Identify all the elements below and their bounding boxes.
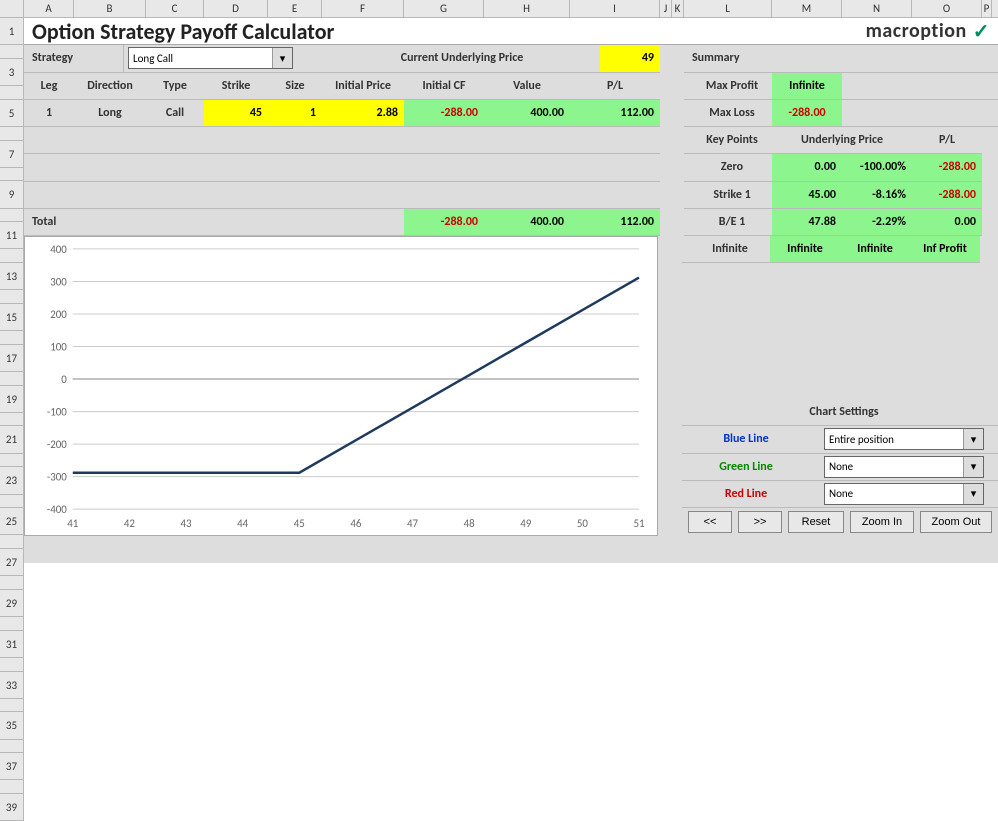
svg-text:43: 43 — [181, 517, 193, 530]
chart-controls: << >> Reset Zoom In Zoom Out — [682, 508, 998, 536]
keypoint-row: Infinite Infinite Infinite Inf Profit — [682, 236, 998, 263]
spreadsheet-column-headers: ABCDEFGHIJKLMNOP — [0, 0, 998, 18]
leg1-strike[interactable]: 45 — [204, 100, 268, 127]
svg-text:0: 0 — [61, 373, 67, 386]
svg-text:44: 44 — [237, 517, 249, 530]
svg-text:100: 100 — [50, 340, 67, 353]
svg-text:50: 50 — [577, 517, 589, 530]
brand-logo: macroption ✓ — [866, 19, 990, 44]
svg-text:49: 49 — [520, 517, 532, 530]
keypoints-header-row: Key Points Underlying Price P/L — [24, 127, 998, 154]
svg-text:47: 47 — [407, 517, 419, 530]
brand-mark-icon: ✓ — [973, 19, 990, 44]
blue-line-dropdown[interactable]: Entire position ▾ — [824, 428, 984, 450]
payoff-chart: -400 -300 -200 -100 0 100 200 300 400 41 42 43 44 45 4… — [24, 236, 658, 536]
chevron-down-icon: ▾ — [963, 457, 983, 477]
svg-text:200: 200 — [50, 308, 67, 321]
green-line-dropdown[interactable]: None ▾ — [824, 456, 984, 478]
summary-header: Summary — [684, 45, 998, 72]
page-title: Option Strategy Payoff Calculator — [32, 18, 334, 45]
svg-text:-300: -300 — [47, 471, 67, 484]
svg-text:42: 42 — [124, 517, 136, 530]
zoom-in-button[interactable]: Zoom In — [850, 511, 914, 533]
blue-line-label: Blue Line — [682, 426, 810, 453]
svg-text:48: 48 — [464, 517, 476, 530]
next-button[interactable]: >> — [738, 511, 782, 533]
strategy-dropdown[interactable]: Long Call ▾ — [128, 47, 293, 69]
svg-text:45: 45 — [294, 517, 305, 530]
keypoint-row: Strike 1 45.00 -8.16% -288.00 — [684, 182, 998, 209]
svg-text:51: 51 — [633, 517, 645, 530]
leg1-price[interactable]: 2.88 — [322, 100, 404, 127]
current-price-value[interactable]: 49 — [600, 45, 660, 72]
chevron-down-icon: ▾ — [963, 484, 983, 504]
svg-text:-400: -400 — [47, 503, 67, 516]
chevron-down-icon: ▾ — [272, 48, 292, 68]
svg-text:300: 300 — [50, 275, 67, 288]
zoom-out-button[interactable]: Zoom Out — [920, 511, 992, 533]
spreadsheet-row-headers: 13579111315171921232527293133353739 — [0, 18, 24, 821]
chevron-down-icon: ▾ — [963, 429, 983, 449]
green-line-label: Green Line — [682, 454, 810, 481]
svg-text:41: 41 — [67, 517, 79, 530]
svg-text:-100: -100 — [47, 406, 67, 419]
strategy-row: Strategy Long Call ▾ Current Underlying … — [24, 45, 998, 72]
total-label: Total — [24, 209, 404, 236]
keypoint-row: B/E 1 47.88 -2.29% 0.00 — [684, 209, 998, 236]
svg-text:400: 400 — [50, 243, 67, 256]
spreadsheet-body: Option Strategy Payoff Calculator macrop… — [24, 18, 998, 563]
red-line-label: Red Line — [682, 481, 810, 508]
reset-button[interactable]: Reset — [788, 511, 844, 533]
leg-row-1: 1 Long Call 45 1 2.88 -288.00 400.00 112… — [24, 100, 998, 127]
leg1-size[interactable]: 1 — [268, 100, 322, 127]
keypoint-row: Zero 0.00 -100.00% -288.00 — [684, 154, 998, 181]
svg-text:-200: -200 — [47, 438, 67, 451]
svg-text:46: 46 — [350, 517, 362, 530]
page-title-row: Option Strategy Payoff Calculator macrop… — [24, 18, 998, 45]
strategy-label: Strategy — [24, 45, 124, 72]
prev-button[interactable]: << — [688, 511, 732, 533]
current-price-label: Current Underlying Price — [324, 45, 600, 72]
red-line-dropdown[interactable]: None ▾ — [824, 483, 984, 505]
leg-headers-row: Leg Direction Type Strike Size Initial P… — [24, 73, 998, 100]
chart-settings-header: Chart Settings — [682, 399, 998, 426]
